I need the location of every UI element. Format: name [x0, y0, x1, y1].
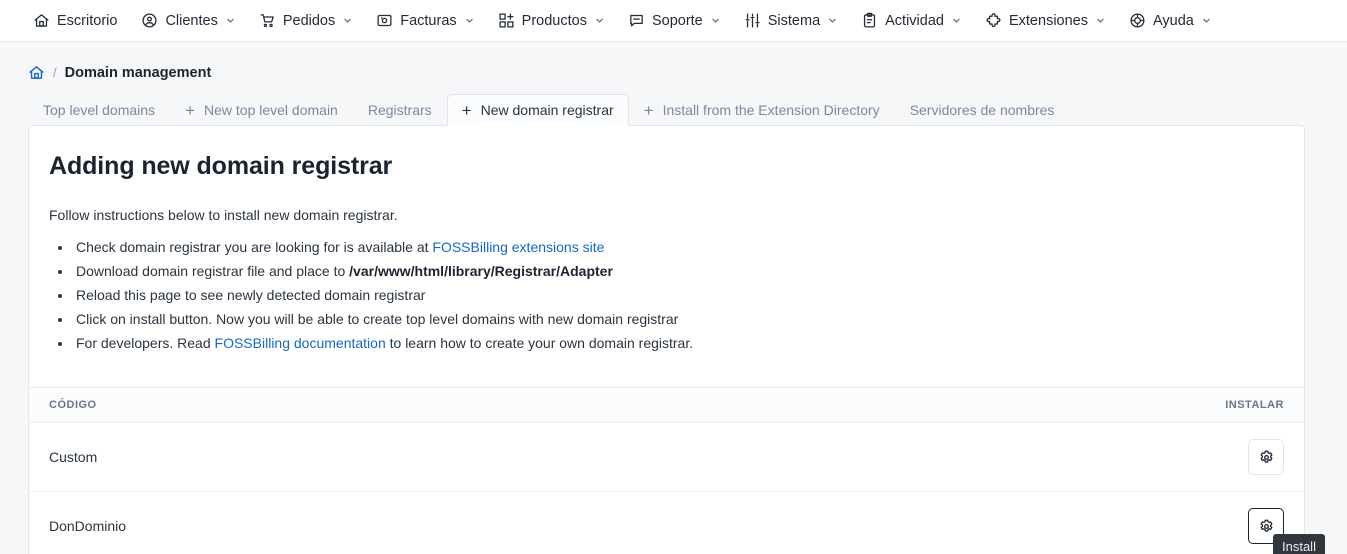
- instruction-text: Click on install button. Now you will be…: [76, 311, 679, 327]
- nav-item-label: Actividad: [885, 12, 944, 29]
- nav-item-label: Soporte: [651, 12, 703, 29]
- nav-item-label: Facturas: [400, 12, 457, 29]
- instruction-link[interactable]: FOSSBilling documentation: [215, 335, 386, 351]
- puzzle-icon: [985, 12, 1002, 29]
- table-head: CÓDIGO INSTALAR: [29, 387, 1304, 423]
- breadcrumb-separator: /: [53, 65, 57, 80]
- tab-label: New domain registrar: [480, 102, 614, 118]
- shopping-cart-icon: [259, 12, 276, 29]
- tab-top-level-domains[interactable]: Top level domains: [28, 94, 170, 126]
- instruction-item: Download domain registrar file and place…: [73, 261, 1284, 285]
- instruction-item: Click on install button. Now you will be…: [73, 309, 1284, 333]
- lifebuoy-icon: [1129, 12, 1146, 29]
- column-header-codigo: CÓDIGO: [29, 387, 721, 423]
- chevron-down-icon: [952, 16, 961, 25]
- card-body: Adding new domain registrar Follow instr…: [29, 126, 1304, 379]
- nav-item-pedidos[interactable]: Pedidos: [248, 6, 363, 35]
- tab-label: Servidores de nombres: [909, 102, 1055, 118]
- nav-item-productos[interactable]: Productos: [487, 6, 615, 35]
- install-button[interactable]: [1248, 439, 1284, 475]
- nav-item-label: Productos: [521, 12, 587, 29]
- receipt-icon: [376, 12, 393, 29]
- breadcrumb: / Domain management: [0, 42, 1347, 81]
- instruction-item: Reload this page to see newly detected d…: [73, 285, 1284, 309]
- table-body: Custom DonDominio Install: [29, 422, 1325, 554]
- cell-code: DonDominio: [29, 491, 721, 554]
- chevron-down-icon: [226, 16, 235, 25]
- cell-install: Install: [720, 491, 1325, 554]
- tab-servidores-de-nombres[interactable]: Servidores de nombres: [895, 94, 1070, 126]
- tab-label: Install from the Extension Directory: [662, 102, 880, 118]
- nav-item-ayuda[interactable]: Ayuda: [1118, 6, 1222, 35]
- nav-item-sistema[interactable]: Sistema: [733, 6, 848, 35]
- tab-install-from-the-extension-directory[interactable]: + Install from the Extension Directory: [629, 94, 895, 126]
- nav-item-label: Escritorio: [57, 12, 118, 29]
- nav-item-escritorio[interactable]: Escritorio: [22, 6, 128, 35]
- home-icon: [33, 12, 50, 29]
- instruction-path: /var/www/html/library/Registrar/Adapter: [349, 263, 613, 279]
- nav-item-clientes[interactable]: Clientes: [130, 6, 245, 35]
- table-row: Custom: [29, 422, 1304, 492]
- plus-icon: +: [643, 100, 654, 120]
- plus-icon: +: [185, 100, 195, 120]
- nav-item-label: Sistema: [767, 12, 821, 29]
- tab-new-domain-registrar[interactable]: + New domain registrar: [446, 94, 629, 126]
- home-icon[interactable]: [28, 64, 45, 81]
- nav-item-label: Pedidos: [282, 12, 336, 29]
- grid-plus-icon: [498, 12, 515, 29]
- chevron-down-icon: [828, 16, 837, 25]
- instruction-item: Check domain registrar you are looking f…: [73, 237, 1284, 261]
- top-navigation-bar: Escritorio Clientes Pedidos Facturas Product…: [0, 0, 1347, 42]
- chevron-down-icon: [343, 16, 352, 25]
- nav-item-label: Clientes: [165, 12, 218, 29]
- tab-label: Top level domains: [43, 102, 156, 118]
- content-card: Adding new domain registrar Follow instr…: [28, 125, 1325, 554]
- chevron-down-icon: [465, 16, 474, 25]
- nav-item-facturas[interactable]: Facturas: [365, 6, 484, 35]
- chevron-down-icon: [595, 16, 604, 25]
- registrars-table: CÓDIGO INSTALAR Custom DonDominio Install: [29, 387, 1325, 554]
- install-tooltip: Install: [1273, 534, 1325, 554]
- install-button[interactable]: Install: [1248, 508, 1325, 554]
- instruction-link[interactable]: FOSSBilling extensions site: [432, 239, 604, 255]
- gear-icon: [1258, 518, 1275, 535]
- tab-label: Registrars: [367, 102, 432, 118]
- gear-icon: [1258, 449, 1275, 466]
- message-icon: [628, 12, 645, 29]
- instruction-text: to learn how to create your own domain r…: [385, 335, 694, 351]
- nav-item-label: Ayuda: [1152, 12, 1194, 29]
- nav-item-actividad[interactable]: Actividad: [850, 6, 972, 35]
- cell-code: Custom: [29, 422, 721, 492]
- chevron-down-icon: [711, 16, 720, 25]
- instruction-list: Check domain registrar you are looking f…: [49, 237, 1284, 357]
- clipboard-icon: [861, 12, 878, 29]
- tab-new-top-level-domain[interactable]: + New top level domain: [170, 94, 353, 126]
- instruction-text: Check domain registrar you are looking f…: [76, 239, 433, 255]
- nav-item-soporte[interactable]: Soporte: [617, 6, 731, 35]
- page-title-breadcrumb: Domain management: [64, 64, 212, 81]
- sliders-icon: [744, 12, 761, 29]
- table-row: DonDominio Install: [29, 491, 1325, 554]
- page-title: Adding new domain registrar: [49, 152, 393, 180]
- chevron-down-icon: [1202, 16, 1211, 25]
- instruction-text: Reload this page to see newly detected d…: [76, 287, 426, 303]
- tab-label: New top level domain: [204, 102, 338, 118]
- instruction-text: For developers. Read: [76, 335, 215, 351]
- user-circle-icon: [141, 12, 158, 29]
- instruction-text: Download domain registrar file and place…: [76, 263, 350, 279]
- tab-bar: Top level domains + New top level domain Re…: [0, 93, 1347, 126]
- tab-registrars[interactable]: Registrars: [353, 94, 447, 126]
- column-header-instalar: INSTALAR: [720, 387, 1304, 423]
- table-header-row: CÓDIGO INSTALAR: [29, 387, 1304, 423]
- chevron-down-icon: [1096, 16, 1105, 25]
- plus-icon: +: [461, 100, 472, 120]
- instruction-item: For developers. Read FOSSBilling documen…: [73, 333, 1284, 357]
- nav-item-extensiones[interactable]: Extensiones: [974, 6, 1116, 35]
- page-lead-text: Follow instructions below to install new…: [49, 207, 398, 223]
- nav-item-label: Extensiones: [1008, 12, 1088, 29]
- cell-install: [720, 422, 1304, 492]
